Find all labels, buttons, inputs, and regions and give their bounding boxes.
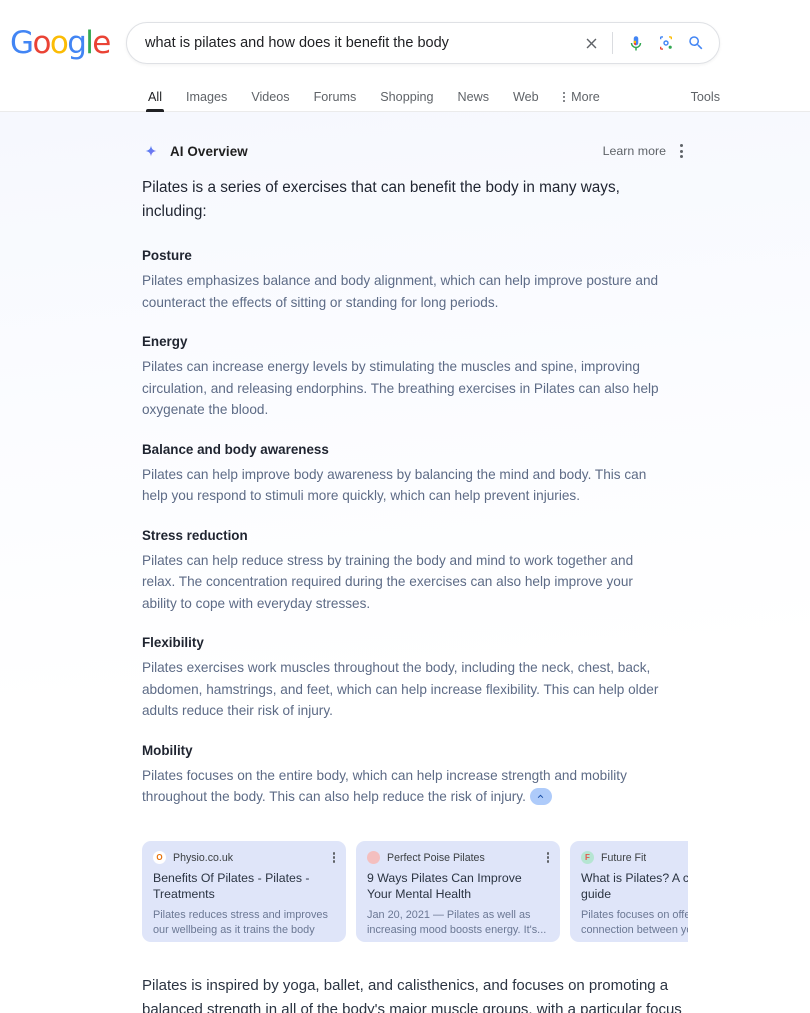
source-name: Future Fit (601, 851, 647, 864)
ai-overview-options-icon[interactable] (678, 141, 685, 160)
section-body: Pilates can help reduce stress by traini… (142, 552, 634, 611)
close-icon[interactable] (576, 28, 606, 58)
ai-section-posture: Posture Pilates emphasizes balance and b… (142, 246, 687, 313)
ai-section-energy: Energy Pilates can increase energy level… (142, 332, 687, 421)
source-card[interactable]: O Physio.co.uk Benefits Of Pilates - Pil… (142, 841, 346, 942)
tab-images[interactable]: Images (186, 90, 227, 112)
source-card[interactable]: F Future Fit What is Pilates? A complete… (570, 841, 688, 942)
source-card[interactable]: Perfect Poise Pilates 9 Ways Pilates Can… (356, 841, 560, 942)
logo-letter-e: e (92, 25, 111, 61)
ai-sparkle-icon (142, 142, 160, 160)
source-name: Perfect Poise Pilates (387, 851, 485, 864)
search-tabs: All Images Videos Forums Shopping News W… (0, 78, 810, 112)
source-snippet: Jan 20, 2021 — Pilates as well as increa… (367, 909, 547, 936)
search-input[interactable] (127, 35, 576, 51)
favicon-icon: O (153, 851, 166, 864)
source-title: 9 Ways Pilates Can Improve Your Mental H… (367, 871, 522, 901)
ai-overview-title: AI Overview (170, 143, 248, 159)
google-lens-icon[interactable] (651, 28, 681, 58)
source-title: What is Pilates? A complete guide (581, 871, 688, 901)
source-options-icon[interactable] (327, 852, 335, 863)
ai-overview-closing: Pilates is inspired by yoga, ballet, and… (142, 974, 690, 1013)
source-card-carousel[interactable]: O Physio.co.uk Benefits Of Pilates - Pil… (142, 841, 688, 942)
section-heading: Flexibility (142, 635, 204, 650)
section-body-text: Pilates focuses on the entire body, whic… (142, 767, 627, 805)
ai-overview-panel: AI Overview Learn more Pilates is a seri… (0, 112, 810, 1013)
section-heading: Balance and body awareness (142, 441, 329, 457)
tab-news[interactable]: News (458, 90, 490, 112)
logo-letter-o2: o (49, 25, 69, 61)
ai-section-stress-reduction: Stress reduction Pilates can help reduce… (142, 526, 687, 615)
microphone-icon[interactable] (621, 28, 651, 58)
favicon-icon (367, 851, 380, 864)
tab-shopping[interactable]: Shopping (380, 90, 433, 112)
logo-letter-o1: o (32, 25, 51, 61)
section-heading: Energy (142, 334, 188, 349)
learn-more-link[interactable]: Learn more (603, 144, 666, 158)
tab-videos[interactable]: Videos (251, 90, 289, 112)
kebab-menu-icon (562, 91, 566, 103)
chevron-up-icon[interactable] (529, 787, 552, 805)
section-heading: Mobility (142, 742, 193, 758)
favicon-icon: F (581, 851, 594, 864)
ai-overview-closing-text: Pilates is inspired by yoga, ballet, and… (142, 977, 682, 1013)
tab-web[interactable]: Web (513, 90, 539, 112)
tab-forums[interactable]: Forums (314, 90, 357, 112)
section-heading: Posture (142, 248, 192, 263)
ai-section-mobility: Mobility Pilates focuses on the entire b… (142, 741, 687, 808)
tab-more[interactable]: More (562, 90, 600, 112)
tools-button[interactable]: Tools (691, 90, 720, 112)
logo-letter-g2: g (67, 25, 87, 61)
source-options-icon[interactable] (541, 852, 549, 863)
source-title: Benefits Of Pilates - Pilates - Treatmen… (153, 871, 310, 901)
section-body: Pilates can help improve body awareness … (142, 466, 647, 504)
search-icon[interactable] (681, 28, 711, 58)
search-header: Google what is pilates and how does it b… (0, 0, 810, 112)
search-bar[interactable] (126, 22, 720, 64)
tab-all[interactable]: All (146, 90, 164, 112)
section-body: Pilates exercises work muscles throughou… (142, 660, 659, 718)
search-divider (612, 32, 613, 54)
ai-section-flexibility: Flexibility Pilates exercises work muscl… (142, 633, 687, 722)
source-name: Physio.co.uk (173, 851, 234, 864)
section-body: Pilates focuses on the entire body, whic… (142, 765, 658, 808)
tab-more-label: More (571, 90, 600, 104)
logo-letter-g: G (10, 25, 34, 61)
ai-overview-header: AI Overview Learn more (142, 140, 685, 162)
ai-section-balance-and-body-awareness: Balance and body awareness Pilates can h… (142, 440, 687, 507)
ai-overview-lead: Pilates is a series of exercises that ca… (142, 179, 620, 220)
section-heading: Stress reduction (142, 527, 248, 543)
source-snippet: Pilates reduces stress and improves our … (153, 909, 328, 936)
section-body: Pilates emphasizes balance and body alig… (142, 273, 659, 310)
source-snippet: Pilates focuses on offering a connection… (581, 909, 688, 936)
google-logo[interactable]: Google (10, 25, 111, 61)
section-body: Pilates can increase energy levels by st… (142, 359, 659, 417)
